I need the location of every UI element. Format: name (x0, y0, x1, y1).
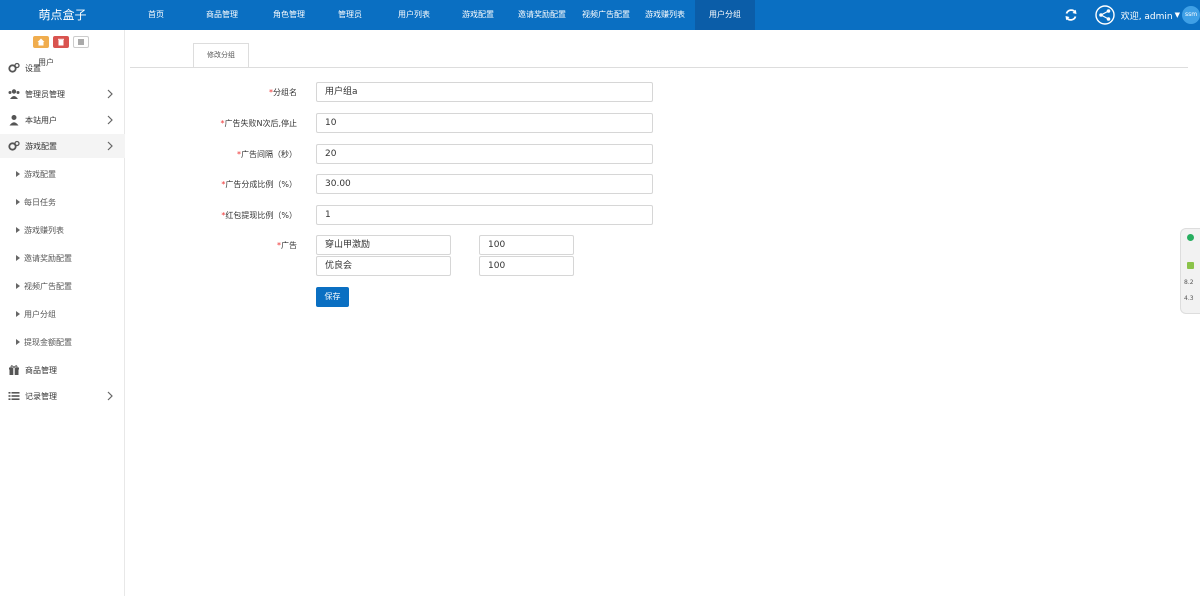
chevron-right-icon (107, 89, 113, 99)
chevron-right-icon (107, 115, 113, 125)
sidebar-subitem-label: 视频广告配置 (24, 281, 72, 291)
nav-roles[interactable]: 角色管理 (257, 0, 321, 30)
sidebar-subitem-game-config[interactable]: 游戏配置 (0, 163, 125, 185)
caret-right-icon (16, 311, 20, 317)
sidebar-subitem-label: 游戏赚列表 (24, 225, 64, 235)
tab-edit-group[interactable]: 修改分组 (193, 43, 249, 67)
avatar[interactable]: ssm (1182, 6, 1200, 24)
sidebar-item-label: 商品管理 (25, 365, 57, 375)
brand-logo[interactable]: 萌点盒子 (0, 0, 125, 30)
sidebar-item-label: 记录管理 (25, 391, 57, 401)
group-name-input[interactable]: 用户组a (316, 82, 653, 102)
battery-icon (1187, 262, 1194, 269)
sidebar-subitem-game-earn-list[interactable]: 游戏赚列表 (0, 219, 125, 241)
trash-icon (58, 38, 64, 46)
sidebar-item-admin-manage[interactable]: 管理员管理 (0, 82, 125, 106)
redpack-ratio-input[interactable]: 1 (316, 205, 653, 225)
nav-admins[interactable]: 管理员 (321, 0, 379, 30)
nav-user-list[interactable]: 用户列表 (379, 0, 449, 30)
gift-icon (9, 365, 19, 375)
sidebar-item-settings[interactable]: 设置 (0, 56, 125, 80)
sidebar-item-label: 本站用户 (25, 115, 57, 125)
share-icon[interactable] (1094, 5, 1115, 25)
caret-right-icon (16, 283, 20, 289)
gears-icon (8, 62, 20, 73)
home-icon (37, 38, 45, 46)
users-icon (8, 89, 20, 99)
nav-home[interactable]: 首页 (125, 0, 187, 30)
sidebar-subitem-label: 游戏配置 (24, 169, 56, 179)
save-button[interactable]: 保存 (316, 287, 349, 307)
floating-monitor-panel[interactable]: 8.2 4.3 (1180, 228, 1200, 314)
sidebar-item-site-users[interactable]: 本站用户 (0, 108, 125, 132)
sidebar-item-label: 游戏配置 (25, 141, 57, 151)
nav-user-group[interactable]: 用户分组 (695, 0, 755, 30)
sidebar-subitem-daily-task[interactable]: 每日任务 (0, 191, 125, 213)
list-icon (8, 392, 20, 400)
nav-game-earn-list[interactable]: 游戏赚列表 (635, 0, 695, 30)
nav-video-ad-config[interactable]: 视频广告配置 (577, 0, 635, 30)
ad-weight-input[interactable]: 100 (479, 235, 574, 255)
sidebar-item-label: 管理员管理 (25, 89, 65, 99)
gears-icon (8, 140, 20, 151)
sidebar-subitem-label: 邀请奖励配置 (24, 253, 72, 263)
list-button[interactable] (73, 36, 89, 48)
ad-interval-input[interactable]: 20 (316, 144, 653, 164)
sidebar: 设置 管理员管理 本站用户 游戏配置 游戏配置 每日任务 游戏赚列表 邀请奖励配… (0, 30, 125, 596)
sidebar-subitem-invite-config[interactable]: 邀请奖励配置 (0, 247, 125, 269)
nav-goods[interactable]: 商品管理 (187, 0, 257, 30)
label-redpack-ratio: *红包提现比例（%） (221, 211, 297, 220)
ad-share-ratio-input[interactable]: 30.00 (316, 174, 653, 194)
refresh-icon[interactable] (1063, 7, 1079, 23)
home-button[interactable] (33, 36, 49, 48)
sidebar-subitem-withdraw-config[interactable]: 提现金额配置 (0, 331, 125, 353)
user-icon (9, 115, 19, 126)
list-icon (78, 39, 84, 45)
chevron-right-icon (107, 141, 113, 151)
caret-right-icon (16, 339, 20, 345)
nav-game-config[interactable]: 游戏配置 (449, 0, 507, 30)
status-dot-icon (1187, 234, 1194, 241)
sidebar-subitem-label: 每日任务 (24, 197, 56, 207)
ghost-tab-label: 用户 (38, 58, 54, 67)
label-ad-share-ratio: *广告分成比例（%） (221, 180, 297, 189)
top-nav: 首页 商品管理 角色管理 管理员 用户列表 游戏配置 邀请奖励配置 视频广告配置… (125, 0, 755, 30)
welcome-text[interactable]: 欢迎, admin (1121, 9, 1173, 22)
top-right-tools: 欢迎, admin ▼ ssm (1063, 0, 1200, 30)
ad-weight-input[interactable]: 100 (479, 256, 574, 276)
label-ads: *广告 (277, 241, 297, 250)
quick-actions (33, 36, 89, 48)
sidebar-item-records[interactable]: 记录管理 (0, 384, 125, 408)
metric-value: 4.3 (1184, 295, 1194, 302)
caret-down-icon[interactable]: ▼ (1175, 11, 1180, 19)
sidebar-subitem-user-group[interactable]: 用户分组 (0, 303, 125, 325)
label-ad-interval: *广告间隔（秒） (237, 150, 297, 159)
caret-right-icon (16, 171, 20, 177)
sidebar-item-goods[interactable]: 商品管理 (0, 358, 125, 382)
sidebar-subitem-label: 用户分组 (24, 309, 56, 319)
label-group-name: *分组名 (269, 88, 297, 97)
ad-name-input[interactable]: 穿山甲激励 (316, 235, 451, 255)
sidebar-item-game-config[interactable]: 游戏配置 (0, 134, 125, 158)
metric-value: 8.2 (1184, 279, 1194, 286)
nav-invite-config[interactable]: 邀请奖励配置 (507, 0, 577, 30)
label-fail-stop: *广告失败N次后,停止 (220, 119, 297, 128)
fail-stop-input[interactable]: 10 (316, 113, 653, 133)
caret-right-icon (16, 255, 20, 261)
sidebar-subitem-video-ad-config[interactable]: 视频广告配置 (0, 275, 125, 297)
caret-right-icon (16, 227, 20, 233)
ad-name-input[interactable]: 优良会 (316, 256, 451, 276)
tab-divider (130, 67, 1188, 68)
top-navbar: 萌点盒子 首页 商品管理 角色管理 管理员 用户列表 游戏配置 邀请奖励配置 视… (0, 0, 1200, 30)
delete-button[interactable] (53, 36, 69, 48)
chevron-right-icon (107, 391, 113, 401)
sidebar-subitem-label: 提现金额配置 (24, 337, 72, 347)
caret-right-icon (16, 199, 20, 205)
